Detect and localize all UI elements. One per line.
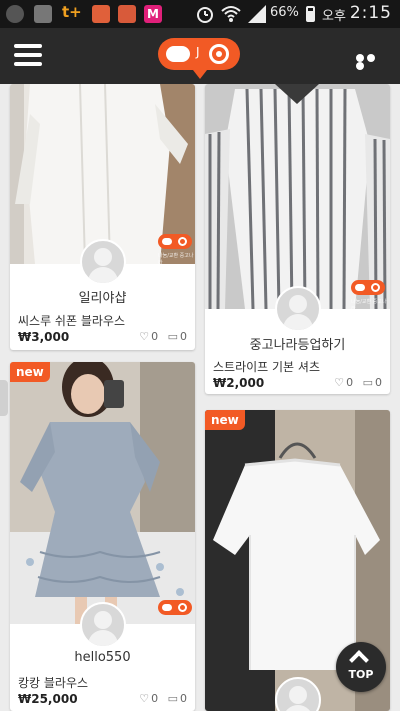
hamburger-icon[interactable] — [14, 44, 42, 66]
stats: ♡ 0 ▭ 0 — [133, 692, 187, 705]
seller-name[interactable]: hello550 — [10, 650, 195, 665]
signal-icon — [248, 5, 266, 23]
side-drawer-handle[interactable] — [0, 380, 8, 416]
time-prefix: 오후 — [322, 9, 346, 24]
comment-icon[interactable]: ▭ — [363, 376, 373, 389]
t-plus-icon: t+ — [62, 3, 82, 21]
seller-name[interactable]: 중고나라등업하기 — [205, 334, 390, 353]
like-count: 0 — [151, 692, 159, 705]
comment-icon[interactable]: ▭ — [168, 330, 178, 343]
product-feed[interactable]: 나눔/교환 중고나라 일리야샵 씨스루 쉬폰 블라우스 ₩3,000 ♡ 0 ▭ 0 — [0, 84, 400, 711]
product-title: 캉캉 블라우스 — [18, 676, 89, 690]
product-title: 스트라이프 기본 셔츠 — [213, 360, 320, 374]
new-badge: new — [205, 410, 245, 430]
comment-count: 0 — [375, 376, 382, 389]
app-icon — [92, 5, 110, 23]
alarm-icon — [197, 7, 213, 23]
app-logo[interactable]: J — [158, 38, 240, 70]
heart-icon[interactable]: ♡ — [139, 330, 149, 343]
scroll-to-top-label: TOP — [348, 668, 374, 681]
battery-percentage: 66% — [270, 5, 299, 20]
logo-tip — [193, 70, 207, 79]
avatar[interactable] — [80, 239, 126, 285]
brand-logo-icon — [158, 234, 192, 249]
app-icon — [118, 5, 136, 23]
comment-icon[interactable]: ▭ — [168, 692, 178, 705]
heart-icon[interactable]: ♡ — [334, 376, 344, 389]
product-card[interactable]: 나눔/교환 중고나라 일리야샵 씨스루 쉬폰 블라우스 ₩3,000 ♡ 0 ▭ 0 — [10, 84, 195, 350]
comment-count: 0 — [180, 330, 187, 343]
chevron-up-icon — [349, 650, 369, 670]
seller-name[interactable]: 일리야샵 — [10, 287, 195, 306]
battery-icon — [306, 6, 315, 22]
wifi-icon — [221, 6, 241, 22]
watermark: 나눔/교환 중고나라 — [351, 299, 387, 312]
app-header: J — [0, 28, 400, 84]
stats: ♡ 0 ▭ 0 — [133, 330, 187, 343]
music-icon: M — [144, 5, 162, 23]
gallery-icon — [34, 5, 52, 23]
like-count: 0 — [151, 330, 159, 343]
avatar[interactable] — [80, 602, 126, 648]
product-price: ₩25,000 — [18, 692, 78, 706]
scroll-to-top-button[interactable]: TOP — [336, 642, 386, 692]
clock: 2:15 — [349, 3, 392, 23]
new-badge: new — [10, 362, 50, 382]
avatar[interactable] — [275, 286, 321, 332]
stats: ♡ 0 ▭ 0 — [328, 376, 382, 389]
product-card[interactable]: new hello550 캉캉 블라우스 ₩25,000 ♡ 0 ▭ 0 — [10, 362, 195, 711]
watermark: 나눔/교환 중고나라 — [158, 253, 194, 266]
product-image[interactable] — [10, 362, 195, 624]
product-image[interactable] — [205, 84, 390, 309]
heart-icon[interactable]: ♡ — [139, 692, 149, 705]
like-count: 0 — [346, 376, 354, 389]
logo-letter: J — [196, 45, 200, 59]
status-bar: t+ M 66% 오후 2:15 — [0, 0, 400, 28]
comment-count: 0 — [180, 692, 187, 705]
brand-logo-icon — [351, 280, 385, 295]
product-price: ₩2,000 — [213, 376, 265, 390]
u-plus-icon — [6, 5, 24, 23]
product-card[interactable]: 나눔/교환 중고나라 중고나라등업하기 스트라이프 기본 셔츠 ₩2,000 ♡… — [205, 84, 390, 394]
more-dots-icon[interactable] — [356, 54, 386, 70]
product-price: ₩3,000 — [18, 330, 70, 344]
product-title: 씨스루 쉬폰 블라우스 — [18, 314, 125, 328]
brand-logo-icon — [158, 600, 192, 615]
